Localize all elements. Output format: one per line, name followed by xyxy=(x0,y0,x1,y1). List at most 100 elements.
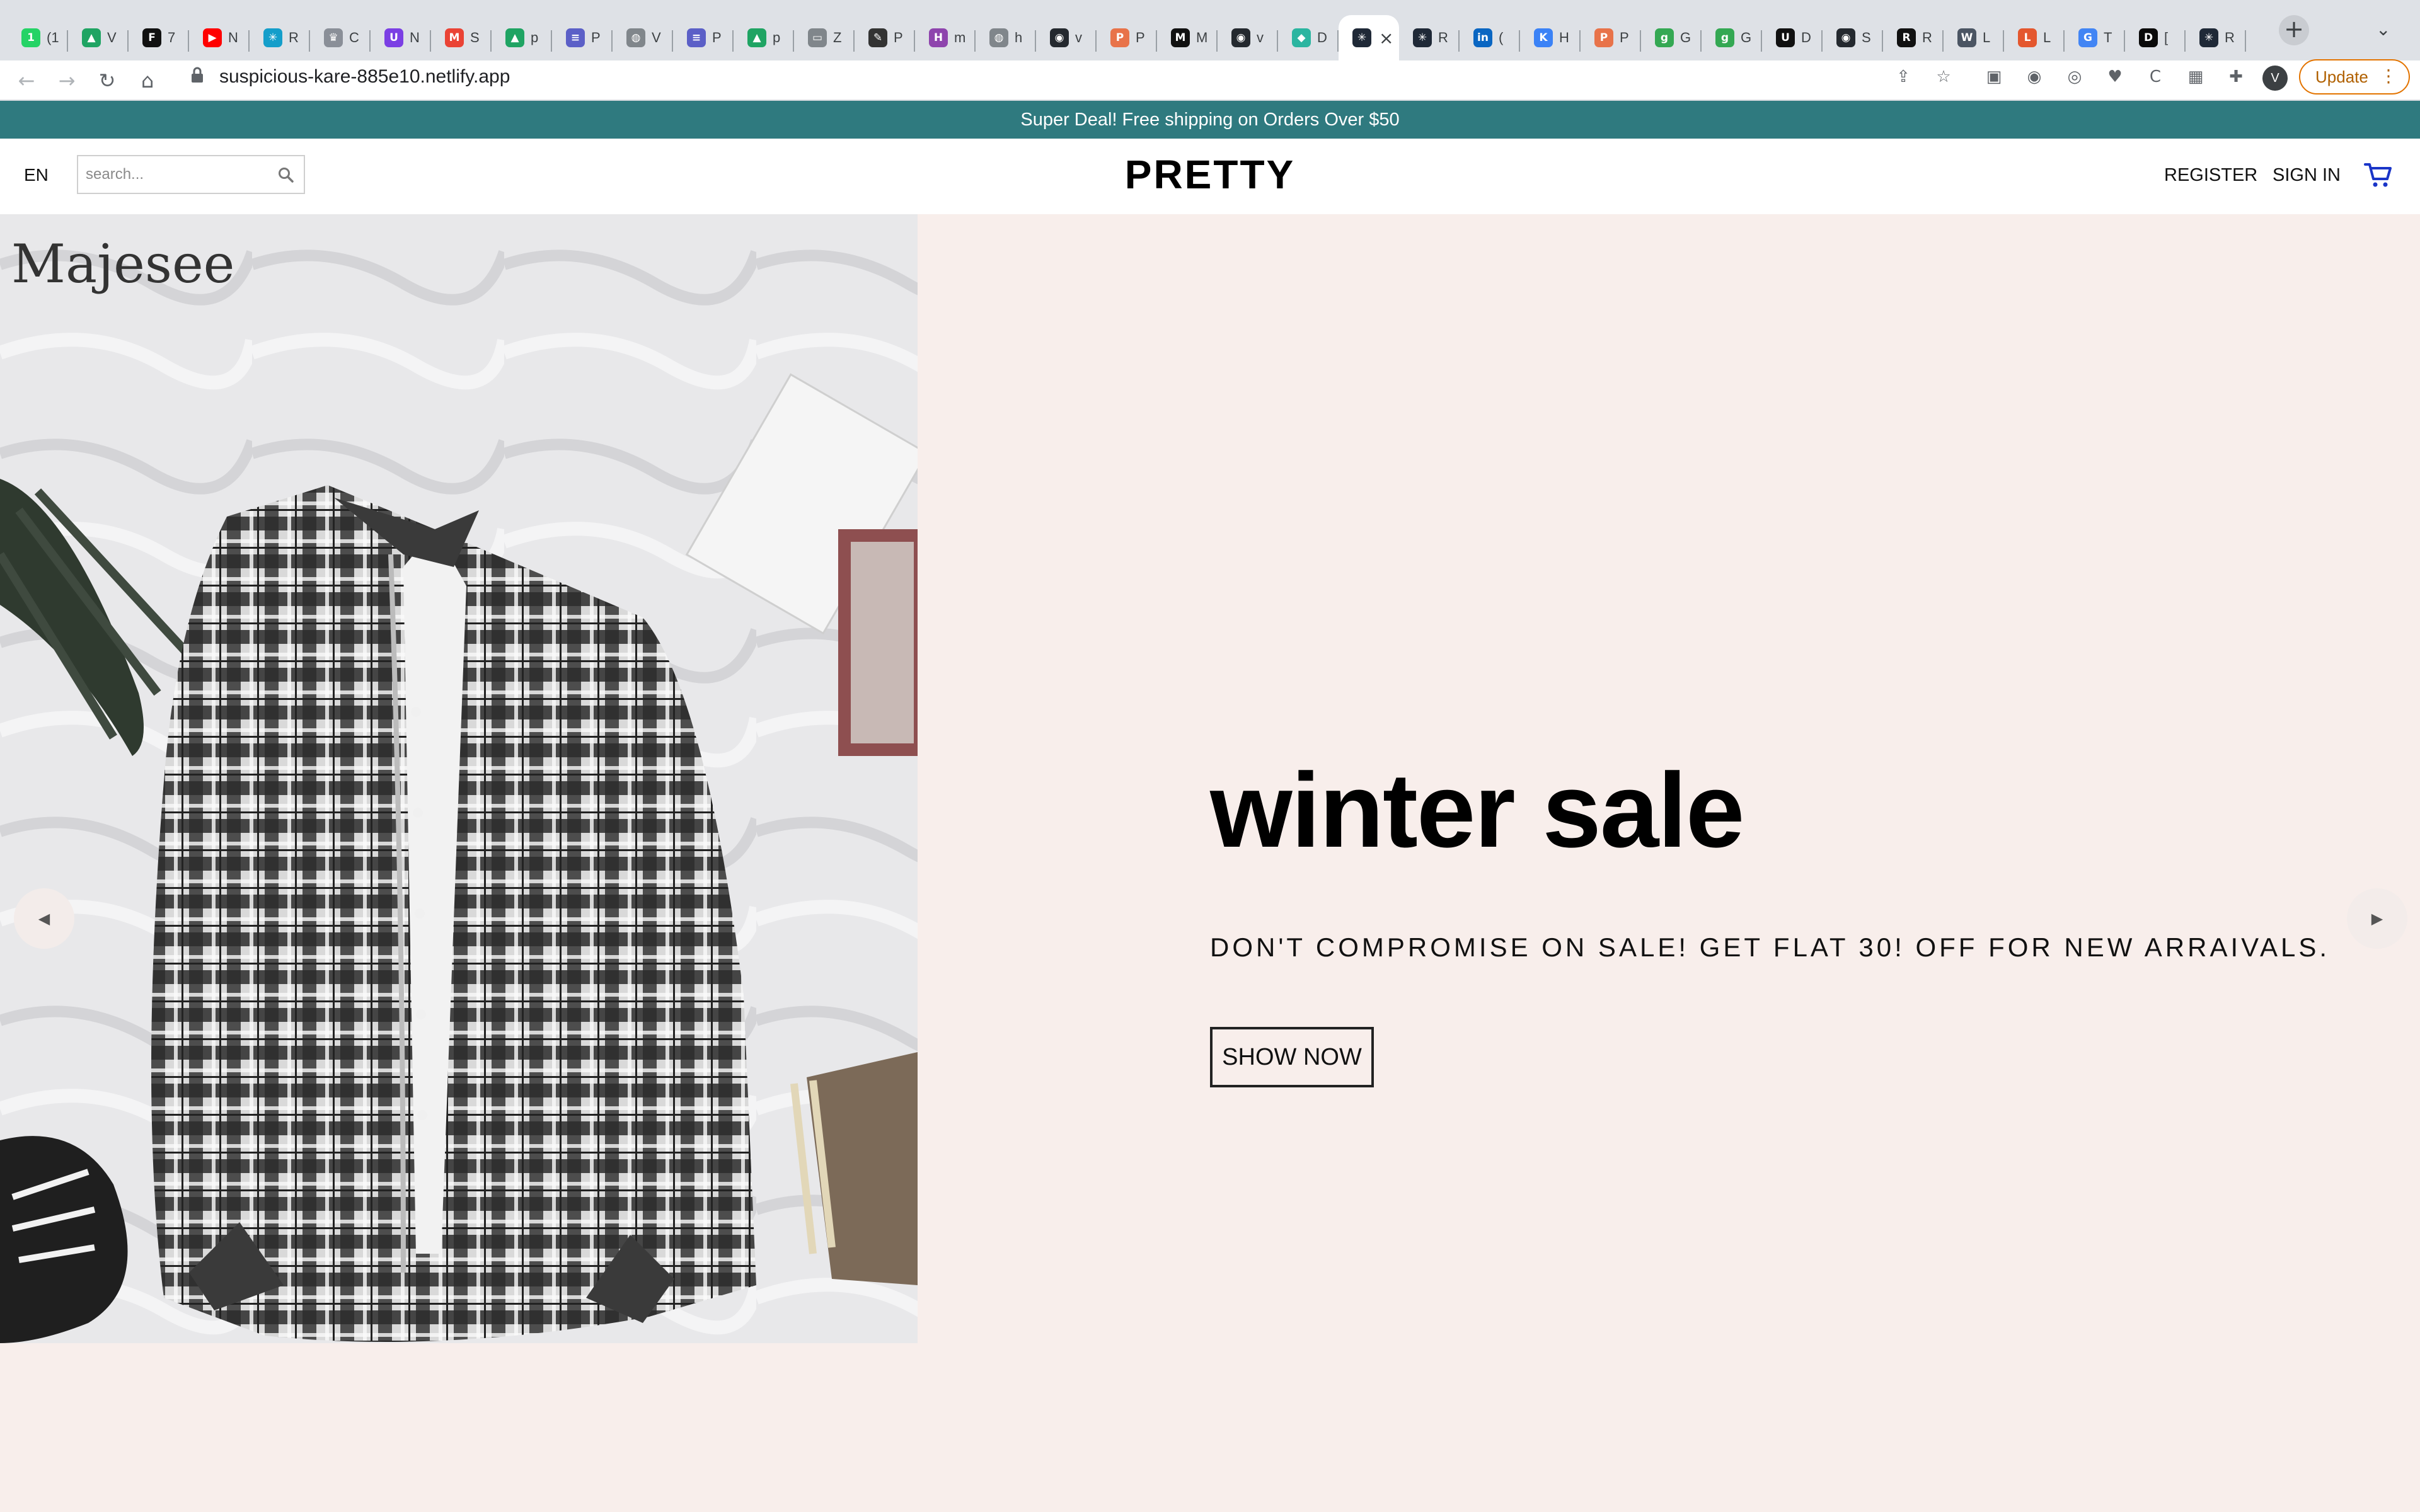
tab-title: Z xyxy=(833,30,842,45)
lock-icon[interactable] xyxy=(190,67,204,83)
diamond-icon: ◆ xyxy=(1292,28,1311,47)
react-icon: ✳ xyxy=(1413,28,1432,47)
browser-tab[interactable]: D[ xyxy=(2125,15,2186,60)
back-icon[interactable]: ← xyxy=(13,67,40,94)
tab-title: R xyxy=(1438,30,1448,45)
browser-menu-icon[interactable]: ⋮ xyxy=(2380,66,2397,86)
address-bar[interactable]: suspicious-kare-885e10.netlify.app xyxy=(219,63,510,91)
browser-tab[interactable]: MM xyxy=(1157,15,1218,60)
google-drive-icon: ▲ xyxy=(747,28,766,47)
share-icon[interactable]: ⇪ xyxy=(1892,66,1915,88)
screenshot-icon[interactable]: ◎ xyxy=(2063,66,2086,88)
browser-tab[interactable]: PP xyxy=(1581,15,1641,60)
browser-tab[interactable]: F7 xyxy=(129,15,189,60)
tab-title: P xyxy=(1620,30,1629,45)
sign-in-link[interactable]: SIGN IN xyxy=(2273,165,2341,186)
browser-tab[interactable]: ✳ R xyxy=(2186,15,2246,60)
site-logo[interactable]: PRETTY xyxy=(0,151,2420,198)
dev-icon: D xyxy=(2139,28,2158,47)
hero-title: winter sale xyxy=(1210,751,1744,869)
reload-icon[interactable]: ↻ xyxy=(93,67,121,94)
grammarly-icon[interactable]: ◉ xyxy=(2023,66,2046,88)
pen-icon: ✎ xyxy=(868,28,887,47)
browser-tab[interactable]: PP xyxy=(1097,15,1157,60)
keyboard-icon[interactable]: ▦ xyxy=(2184,66,2207,88)
browser-tab[interactable]: ✳ R xyxy=(250,15,310,60)
browser-tab[interactable]: ◉ S xyxy=(1823,15,1883,60)
globe-icon: ◍ xyxy=(626,28,645,47)
browser-tab[interactable]: ≡ P xyxy=(552,15,613,60)
home-icon[interactable]: ⌂ xyxy=(134,67,161,94)
browser-tab[interactable]: ✳ R xyxy=(1399,15,1460,60)
github-icon: ◉ xyxy=(1231,28,1250,47)
plaid-shirt-image xyxy=(0,214,918,1343)
browser-tab[interactable]: ✳ × xyxy=(1339,15,1399,60)
browser-tab[interactable]: 1 (1 xyxy=(8,15,68,60)
profile-avatar[interactable]: V xyxy=(2262,66,2288,91)
tab-title: D xyxy=(1317,30,1327,45)
orange-doc-icon: L xyxy=(2018,28,2037,47)
browser-tab[interactable]: in ( xyxy=(1460,15,1520,60)
new-tab-button[interactable]: + xyxy=(2279,15,2309,45)
browser-tab[interactable]: ◍ V xyxy=(613,15,673,60)
tab-title: N xyxy=(228,30,238,45)
tab-title: G xyxy=(1680,30,1691,45)
browser-tab[interactable]: ◆ D xyxy=(1278,15,1339,60)
purple-app-icon: U xyxy=(384,28,403,47)
browser-tab[interactable]: ▲ V xyxy=(68,15,129,60)
react-icon: ✳ xyxy=(263,28,282,47)
browser-tab[interactable]: Hm xyxy=(915,15,976,60)
browser-tab[interactable]: LL xyxy=(2004,15,2065,60)
browser-tab[interactable]: UN xyxy=(371,15,431,60)
browser-tab[interactable]: ✎ P xyxy=(855,15,915,60)
tab-search-icon[interactable]: ⌄ xyxy=(2376,19,2390,40)
hero-slider: Majesee ◀ ▶ winter sale DON'T COMPROMISE… xyxy=(0,214,2420,1512)
google-drive-icon: ▲ xyxy=(505,28,524,47)
browser-tab[interactable]: KH xyxy=(1520,15,1581,60)
browser-tab[interactable]: UD xyxy=(1762,15,1823,60)
tab-title: D xyxy=(1801,30,1811,45)
show-now-button[interactable]: SHOW NOW xyxy=(1210,1027,1374,1087)
slider-next-arrow[interactable]: ▶ xyxy=(2347,888,2407,949)
tab-title: N xyxy=(410,30,420,45)
tab-close-icon[interactable]: × xyxy=(1379,28,1393,49)
bookmark-star-icon[interactable]: ☆ xyxy=(1932,66,1955,88)
browser-tab[interactable]: gG xyxy=(1702,15,1762,60)
site-navbar: EN PRETTY REGISTER SIGN IN xyxy=(0,139,2420,214)
browser-tab[interactable]: ◉ v xyxy=(1036,15,1097,60)
tab-title: v xyxy=(1257,30,1264,45)
browser-tab[interactable]: GT xyxy=(2065,15,2125,60)
browser-tab[interactable]: RR xyxy=(1883,15,1944,60)
update-button[interactable]: Update ⋮ xyxy=(2299,59,2410,94)
browser-tab[interactable]: ▲ p xyxy=(492,15,552,60)
tab-title: M xyxy=(1196,30,1208,45)
tab-title: P xyxy=(712,30,722,45)
browser-tab[interactable]: ▲ p xyxy=(734,15,794,60)
cast-icon[interactable]: ▣ xyxy=(1983,66,2005,88)
register-link[interactable]: REGISTER xyxy=(2164,165,2257,186)
browser-tab[interactable]: ▭ Z xyxy=(794,15,855,60)
browser-tab[interactable]: ≡ P xyxy=(673,15,734,60)
announcement-bar: Super Deal! Free shipping on Orders Over… xyxy=(0,101,2420,139)
extensions-puzzle-icon[interactable]: ✚ xyxy=(2225,66,2247,88)
browser-tab[interactable]: WL xyxy=(1944,15,2004,60)
browser-tab[interactable]: ♛ C xyxy=(310,15,371,60)
browser-tab[interactable]: ◉ v xyxy=(1218,15,1278,60)
browser-tab[interactable]: gG xyxy=(1641,15,1702,60)
tab-title: L xyxy=(2043,30,2051,45)
slider-prev-arrow[interactable]: ◀ xyxy=(14,888,74,949)
browser-tab[interactable]: ▶ N xyxy=(189,15,250,60)
list-icon: ≡ xyxy=(566,28,585,47)
forward-icon[interactable]: → xyxy=(53,67,81,94)
browser-tab[interactable]: ◍ h xyxy=(976,15,1036,60)
announcement-text: Super Deal! Free shipping on Orders Over… xyxy=(1020,109,1400,130)
tab-title: H xyxy=(1559,30,1569,45)
browser-tab[interactable]: MS xyxy=(431,15,492,60)
shopping-cart-icon[interactable] xyxy=(2363,160,2394,190)
tab-title: P xyxy=(894,30,903,45)
globe-icon: ◍ xyxy=(989,28,1008,47)
cursor-ext-icon[interactable]: C xyxy=(2144,66,2167,88)
w-icon: W xyxy=(1957,28,1976,47)
k-icon: K xyxy=(1534,28,1553,47)
pocket-icon[interactable]: ♥ xyxy=(2104,66,2126,88)
